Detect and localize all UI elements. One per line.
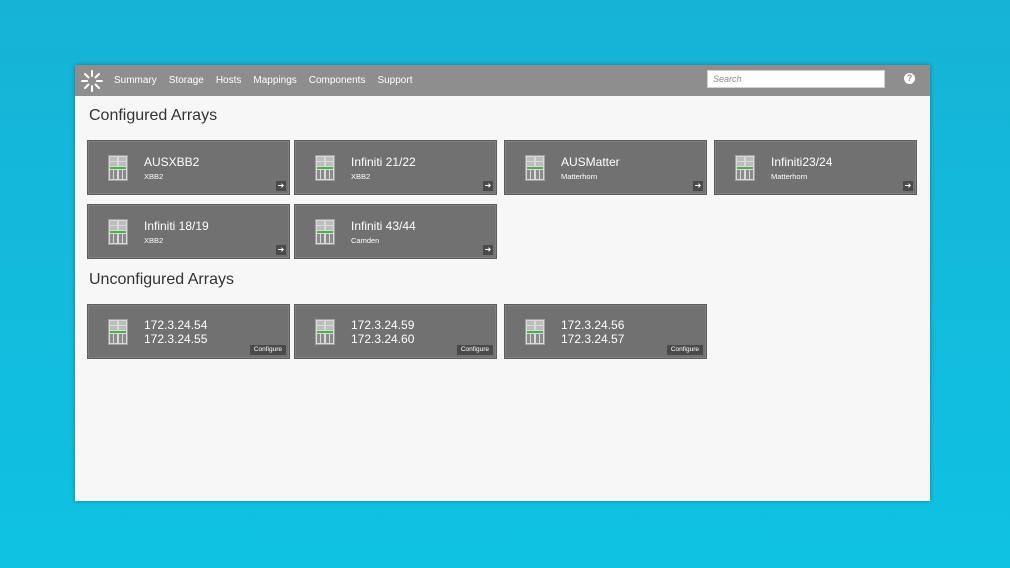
- array-ip-primary: 172.3.24.54: [144, 318, 208, 332]
- array-ip-primary: 172.3.24.56: [561, 318, 625, 332]
- configure-button[interactable]: Configure: [666, 345, 703, 355]
- storage-array-icon: [315, 219, 335, 245]
- help-icon[interactable]: ?: [904, 73, 915, 84]
- storage-array-icon: [108, 155, 128, 181]
- storage-array-icon: [525, 155, 545, 181]
- array-name: Infiniti 21/22: [351, 155, 416, 169]
- arrow-right-icon[interactable]: ➜: [483, 181, 493, 191]
- configured-arrays-heading: Configured Arrays: [89, 107, 218, 124]
- array-model: XBB2: [144, 236, 164, 245]
- array-model: XBB2: [144, 172, 164, 181]
- array-model: Matterhorn: [561, 172, 598, 181]
- storage-array-icon: [735, 155, 755, 181]
- array-name: AUSXBB2: [144, 155, 200, 169]
- arrow-right-icon[interactable]: ➜: [903, 181, 913, 191]
- unconfigured-arrays-heading: Unconfigured Arrays: [89, 271, 234, 288]
- configure-button[interactable]: Configure: [249, 345, 286, 355]
- array-name: Infiniti 18/19: [144, 219, 209, 233]
- configured-array-tile[interactable]: AUSMatter Matterhorn ➜: [504, 140, 707, 195]
- nav-support[interactable]: Support: [377, 75, 412, 86]
- configured-array-tile[interactable]: Infiniti 18/19 XBB2 ➜: [87, 204, 290, 259]
- storage-array-icon: [108, 319, 128, 345]
- arrow-right-icon[interactable]: ➜: [276, 181, 286, 191]
- configured-array-tile[interactable]: Infiniti23/24 Matterhorn ➜: [714, 140, 917, 195]
- configured-array-tile[interactable]: Infiniti 43/44 Camden ➜: [294, 204, 497, 259]
- unconfigured-array-tile: 172.3.24.54 172.3.24.55 Configure: [87, 304, 290, 359]
- configured-array-tile[interactable]: Infiniti 21/22 XBB2 ➜: [294, 140, 497, 195]
- array-name: Infiniti23/24: [771, 155, 833, 169]
- nav-components[interactable]: Components: [309, 75, 366, 86]
- search-input[interactable]: [707, 70, 885, 88]
- nav-hosts[interactable]: Hosts: [216, 75, 242, 86]
- main-nav: Summary Storage Hosts Mappings Component…: [114, 75, 424, 86]
- unconfigured-array-tile: 172.3.24.59 172.3.24.60 Configure: [294, 304, 497, 359]
- storage-array-icon: [108, 219, 128, 245]
- arrow-right-icon[interactable]: ➜: [276, 245, 286, 255]
- array-model: Camden: [351, 236, 380, 245]
- array-name: AUSMatter: [561, 155, 620, 169]
- storage-array-icon: [315, 319, 335, 345]
- arrow-right-icon[interactable]: ➜: [693, 181, 703, 191]
- app-window: Summary Storage Hosts Mappings Component…: [75, 65, 930, 501]
- array-model: XBB2: [351, 172, 371, 181]
- nav-summary[interactable]: Summary: [114, 75, 157, 86]
- array-ip-primary: 172.3.24.59: [351, 318, 415, 332]
- storage-array-icon: [525, 319, 545, 345]
- unconfigured-array-tile: 172.3.24.56 172.3.24.57 Configure: [504, 304, 707, 359]
- top-navigation-bar: Summary Storage Hosts Mappings Component…: [75, 65, 930, 96]
- array-ip-secondary: 172.3.24.55: [144, 332, 208, 346]
- array-ip-secondary: 172.3.24.57: [561, 332, 625, 346]
- configure-button[interactable]: Configure: [456, 345, 493, 355]
- array-ip-secondary: 172.3.24.60: [351, 332, 415, 346]
- nav-mappings[interactable]: Mappings: [253, 75, 296, 86]
- nav-storage[interactable]: Storage: [169, 75, 204, 86]
- storage-array-icon: [315, 155, 335, 181]
- array-name: Infiniti 43/44: [351, 219, 416, 233]
- app-logo-icon[interactable]: [79, 68, 105, 94]
- array-model: Matterhorn: [771, 172, 808, 181]
- configured-array-tile[interactable]: AUSXBB2 XBB2 ➜: [87, 140, 290, 195]
- arrow-right-icon[interactable]: ➜: [483, 245, 493, 255]
